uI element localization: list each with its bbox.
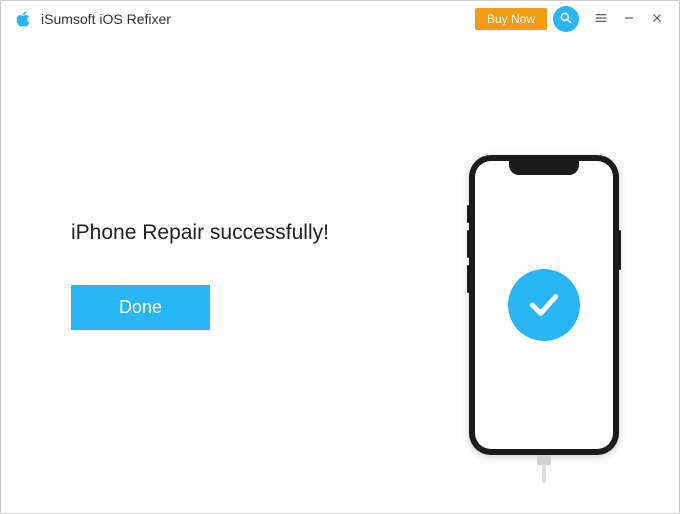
hamburger-icon [593,10,609,29]
menu-button[interactable] [587,5,615,33]
phone-notch [509,161,579,175]
close-icon [650,11,664,28]
buy-now-button[interactable]: Buy Now [475,8,547,30]
app-logo-icon [13,9,33,29]
search-icon [559,11,573,28]
success-check-icon [508,269,580,341]
main-content: iPhone Repair successfully! Done [1,37,679,513]
success-message: iPhone Repair successfully! [71,221,329,245]
cable-icon [537,455,551,483]
phone-illustration [469,155,619,455]
phone-screen [475,161,613,449]
phone-frame [469,155,619,455]
search-button[interactable] [553,6,579,32]
minimize-button[interactable] [615,5,643,33]
close-button[interactable] [643,5,671,33]
left-panel: iPhone Repair successfully! Done [71,221,329,390]
minimize-icon [622,11,636,28]
titlebar: iSumsoft iOS Refixer Buy Now [1,1,679,37]
done-button[interactable]: Done [71,285,210,330]
app-title: iSumsoft iOS Refixer [41,11,171,27]
